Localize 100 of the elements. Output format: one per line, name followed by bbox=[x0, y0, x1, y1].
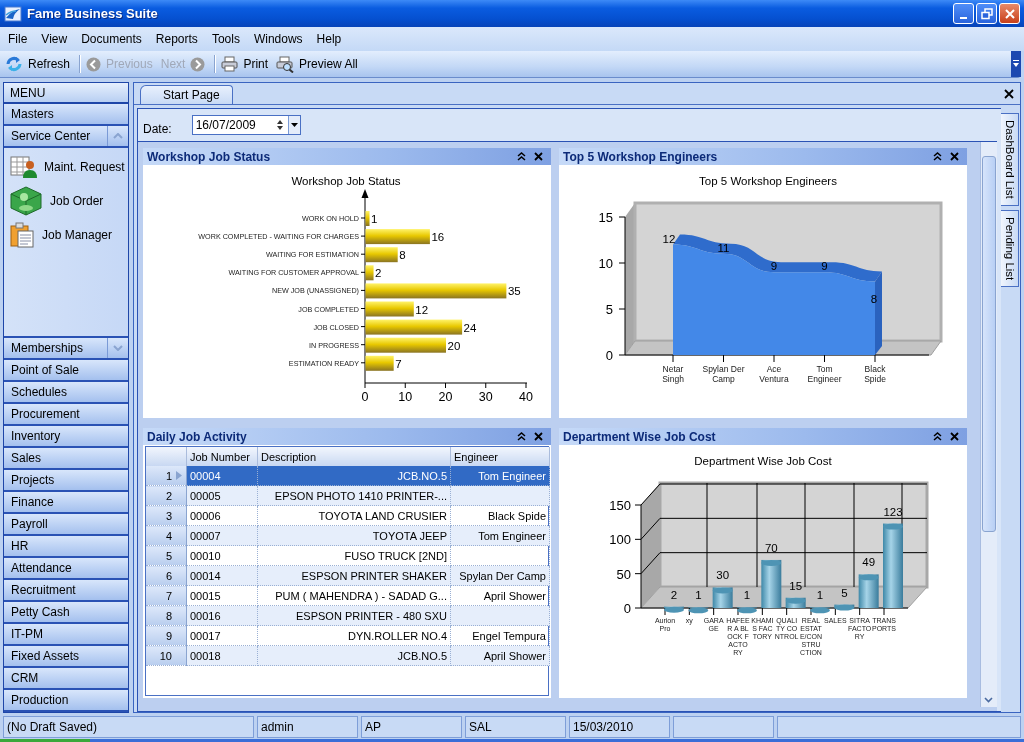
widget-title: Department Wise Job Cost bbox=[563, 429, 717, 444]
table-row[interactable]: 5 00010 FUSO TRUCK [2ND] bbox=[146, 545, 550, 566]
menu-group-button[interactable]: HR bbox=[4, 536, 128, 558]
collapse-icon[interactable] bbox=[517, 432, 526, 441]
widget-title: Daily Job Activity bbox=[147, 429, 248, 444]
table-row[interactable]: 1 00004 JCB.NO.5 Tom Engineer bbox=[146, 466, 550, 486]
menu-group-button[interactable]: Projects bbox=[4, 470, 128, 492]
close-icon[interactable] bbox=[950, 432, 959, 441]
table-row[interactable]: 8 00016 ESPSON PRINTER - 480 SXU bbox=[146, 605, 550, 626]
toolbar-button[interactable]: Refresh bbox=[3, 53, 77, 75]
row-number: 6 bbox=[146, 565, 187, 586]
table-cell: 00017 bbox=[186, 625, 258, 646]
status-field: (No Draft Saved) bbox=[3, 716, 254, 738]
window-title: Fame Business Suite bbox=[27, 6, 158, 21]
date-picker[interactable]: 16/07/2009 bbox=[191, 115, 301, 135]
side-tab[interactable]: DashBoard List bbox=[1001, 113, 1019, 206]
tab[interactable]: Start Page bbox=[140, 85, 233, 104]
data-label: 8 bbox=[399, 249, 406, 262]
menu-group-button[interactable]: Attendance bbox=[4, 558, 128, 580]
toolbar-button[interactable]: Preview All bbox=[274, 53, 364, 75]
menu-group-button[interactable]: Sales bbox=[4, 448, 128, 470]
column-header[interactable]: Description bbox=[257, 447, 451, 466]
menu-item[interactable]: Documents bbox=[75, 32, 150, 46]
toolbar-overflow-icon[interactable] bbox=[1012, 59, 1020, 69]
menu-group-button[interactable]: Service Center bbox=[4, 126, 128, 148]
menu-group-button[interactable]: Inventory bbox=[4, 426, 128, 448]
data-label: 35 bbox=[507, 285, 521, 298]
table-row[interactable]: 6 00014 ESPSON PRINTER SHAKER Spylan Der Camp bbox=[146, 565, 550, 586]
column-header[interactable]: Job Number bbox=[186, 447, 258, 466]
scrollbar[interactable] bbox=[980, 142, 997, 707]
close-icon[interactable] bbox=[1004, 88, 1014, 99]
nav-item[interactable]: Job Order bbox=[4, 184, 128, 218]
data-label: 11 bbox=[717, 241, 730, 254]
table-cell: 00010 bbox=[186, 545, 258, 566]
menu-group-button[interactable]: Masters bbox=[4, 104, 128, 126]
bar bbox=[365, 301, 414, 317]
table-cell: Black Spide bbox=[450, 505, 550, 526]
row-number: 5 bbox=[146, 545, 187, 566]
menu-group-button[interactable]: Payroll bbox=[4, 514, 128, 536]
status-field: 15/03/2010 bbox=[569, 716, 670, 738]
scroll-down-icon[interactable] bbox=[984, 697, 993, 703]
category-label: Ace Ventura bbox=[758, 365, 790, 385]
menu-item[interactable]: Help bbox=[310, 32, 350, 46]
minimize-button[interactable] bbox=[953, 3, 974, 24]
table-row[interactable]: 3 00006 TOYOTA LAND CRUSIER Black Spide bbox=[146, 505, 550, 526]
menu-item[interactable]: Windows bbox=[247, 32, 311, 46]
menu-item[interactable]: Reports bbox=[149, 32, 206, 46]
data-label: 24 bbox=[463, 321, 477, 334]
bar bbox=[365, 355, 394, 371]
table-cell: DYN.ROLLER NO.4 bbox=[257, 625, 451, 646]
close-button[interactable] bbox=[999, 3, 1020, 24]
menu-item[interactable]: View bbox=[35, 32, 76, 46]
table-cell: PUM ( MAHENDRA ) - SADAD G... bbox=[257, 585, 451, 606]
nav-item[interactable]: Job Manager bbox=[4, 218, 128, 252]
menu-group-button[interactable]: Finance bbox=[4, 492, 128, 514]
table-cell: FUSO TRUCK [2ND] bbox=[257, 545, 451, 566]
side-tab[interactable]: Pending List bbox=[1001, 209, 1019, 287]
axis-tick-label: 0 bbox=[605, 348, 613, 363]
table-cell: 00015 bbox=[186, 585, 258, 606]
bar bbox=[365, 247, 398, 263]
axis-tick-label: 100 bbox=[609, 532, 631, 548]
column-header[interactable]: Engineer bbox=[450, 447, 550, 466]
table-row[interactable]: 7 00015 PUM ( MAHENDRA ) - SADAD G... April Shower bbox=[146, 585, 550, 606]
table-row[interactable]: 2 00005 EPSON PHOTO 1410 PRINTER-... bbox=[146, 485, 550, 506]
data-label: 9 bbox=[770, 260, 778, 273]
menu-group-button[interactable]: Memberships bbox=[4, 338, 128, 360]
dropdown-icon[interactable] bbox=[290, 123, 298, 127]
menu-group-button[interactable]: Procurement bbox=[4, 404, 128, 426]
table-row[interactable]: 9 00017 DYN.ROLLER NO.4 Engel Tempura bbox=[146, 625, 550, 646]
menu-group-button[interactable]: CRM bbox=[4, 668, 128, 690]
row-pointer-icon bbox=[176, 471, 182, 480]
menu-group-button[interactable]: Point of Sale bbox=[4, 360, 128, 382]
bar bbox=[785, 597, 806, 608]
widget-title: Top 5 Workshop Engineers bbox=[563, 149, 719, 164]
menu-item[interactable]: File bbox=[2, 32, 36, 46]
row-number: 4 bbox=[146, 525, 187, 546]
menu-group-button[interactable]: Schedules bbox=[4, 382, 128, 404]
menu-item[interactable]: Tools bbox=[205, 32, 248, 46]
menu-group-button[interactable]: IT-PM bbox=[4, 624, 128, 646]
table-row[interactable]: 4 00007 TOYOTA JEEP Tom Engineer bbox=[146, 525, 550, 546]
menu-group-button[interactable]: Petty Cash bbox=[4, 602, 128, 624]
form-with-person-icon bbox=[10, 155, 38, 179]
table-cell: TOYOTA LAND CRUSIER bbox=[257, 505, 451, 526]
menu-group-button[interactable]: Recruitment bbox=[4, 580, 128, 602]
scrollbar-thumb[interactable] bbox=[982, 156, 996, 532]
close-icon[interactable] bbox=[534, 152, 543, 161]
menu-group-button[interactable]: Fixed Assets bbox=[4, 646, 128, 668]
spinner-icon[interactable] bbox=[275, 118, 284, 132]
toolbar-button[interactable]: Print bbox=[219, 53, 275, 75]
menu-group-button[interactable]: Production bbox=[4, 690, 128, 712]
collapse-icon[interactable] bbox=[933, 432, 942, 441]
collapse-icon[interactable] bbox=[933, 152, 942, 161]
nav-item[interactable]: Maint. Request bbox=[4, 150, 128, 184]
cube-icon bbox=[10, 186, 42, 216]
close-icon[interactable] bbox=[534, 432, 543, 441]
close-icon[interactable] bbox=[950, 152, 959, 161]
table-row[interactable]: 10 00018 JCB.NO.5 April Shower bbox=[146, 645, 550, 666]
restore-button[interactable] bbox=[976, 3, 997, 24]
collapse-icon[interactable] bbox=[517, 152, 526, 161]
data-label: 12 bbox=[415, 303, 429, 316]
